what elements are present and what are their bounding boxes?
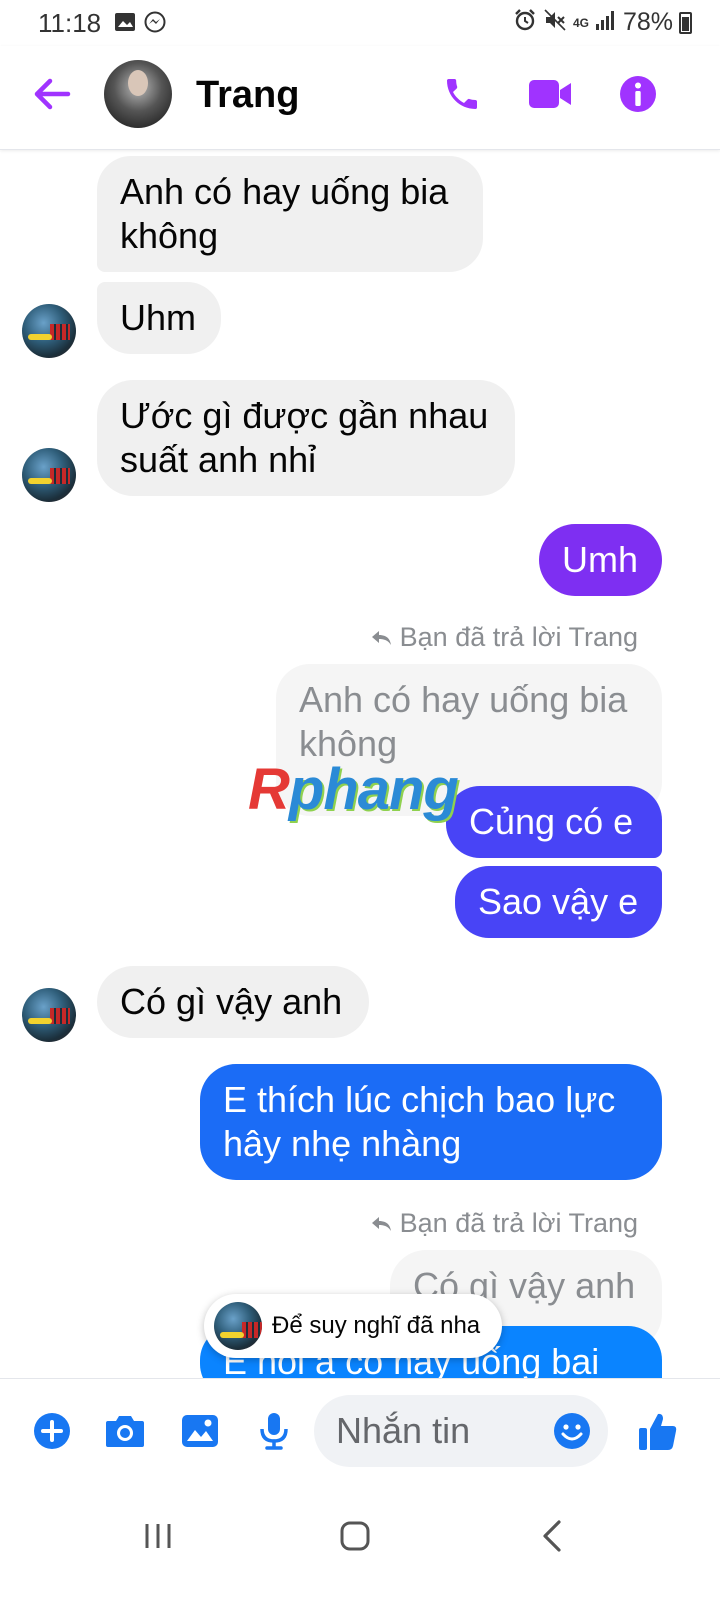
thumbs-up-icon [639,1413,677,1450]
reply-indicator-text: Bạn đã trả lời Trang [399,1208,638,1238]
contact-avatar-small [22,988,76,1042]
message-list[interactable]: Anh có hay uống bia không Uhm Ước gì đượ… [0,150,720,1378]
system-nav-bar [0,1482,720,1600]
new-message-toast[interactable]: Để suy nghĩ đã nha [204,1294,502,1358]
video-call-button[interactable] [526,70,574,118]
message-composer [0,1378,720,1482]
alarm-icon [513,8,537,37]
chat-header: Trang [0,46,720,150]
contact-avatar[interactable] [104,60,172,128]
recent-apps-icon [145,1524,171,1548]
nav-back-button[interactable] [520,1504,584,1568]
toast-text: Để suy nghĩ đã nha [272,1312,481,1339]
like-button[interactable] [636,1409,680,1453]
outgoing-message[interactable]: Umh [539,524,662,596]
info-icon [620,76,656,112]
recent-apps-button[interactable] [126,1504,190,1568]
battery-percent: 78% [622,8,673,36]
reply-icon [371,1216,391,1231]
watermark-initial: R [248,757,290,822]
reply-icon [371,630,391,645]
voice-call-button[interactable] [438,70,486,118]
status-time: 11:18 [38,8,102,38]
outgoing-message[interactable]: Củng có e [446,786,662,858]
more-actions-button[interactable] [30,1409,74,1453]
camera-button[interactable] [103,1409,147,1453]
back-arrow-icon [34,78,71,110]
voice-clip-button[interactable] [252,1409,296,1453]
contact-name[interactable]: Trang [196,74,299,117]
info-button[interactable] [614,70,662,118]
emoji-icon [554,1413,590,1449]
phone-icon [447,79,477,109]
emoji-button[interactable] [552,1411,592,1451]
network-type: 4G [572,15,589,30]
contact-avatar-small [22,304,76,358]
messenger-icon [144,11,166,38]
video-camera-icon [529,80,571,108]
gallery-button[interactable] [178,1409,222,1453]
watermark: Rphang [248,756,459,823]
reply-indicator-text: Bạn đã trả lời Trang [399,622,638,652]
back-icon [543,1520,561,1552]
toast-avatar [214,1302,262,1350]
microphone-icon [260,1413,288,1450]
incoming-message[interactable]: Anh có hay uống bia không [97,156,483,272]
outgoing-message[interactable]: Sao vậy e [455,866,662,938]
reply-indicator: Bạn đã trả lời Trang [370,622,638,653]
plus-icon [34,1413,70,1449]
incoming-message[interactable]: Ước gì được gần nhau suất anh nhỉ [97,380,515,496]
home-icon [340,1521,370,1551]
image-icon [114,12,136,37]
reply-indicator: Bạn đã trả lời Trang [370,1208,638,1239]
incoming-message[interactable]: Uhm [97,282,221,354]
outgoing-message[interactable]: E thích lúc chịch bao lực hây nhẹ nhàng [200,1064,662,1180]
incoming-message[interactable]: Có gì vậy anh [97,966,369,1038]
home-button[interactable] [323,1504,387,1568]
battery-icon [679,11,692,34]
signal-icon [595,9,617,36]
contact-avatar-small [22,448,76,502]
gallery-icon [182,1415,218,1447]
camera-icon [106,1416,144,1447]
mute-icon [543,8,567,37]
watermark-text: phang [288,757,459,822]
status-bar: 11:18 4G 78% [0,0,720,46]
back-button[interactable] [28,70,76,118]
